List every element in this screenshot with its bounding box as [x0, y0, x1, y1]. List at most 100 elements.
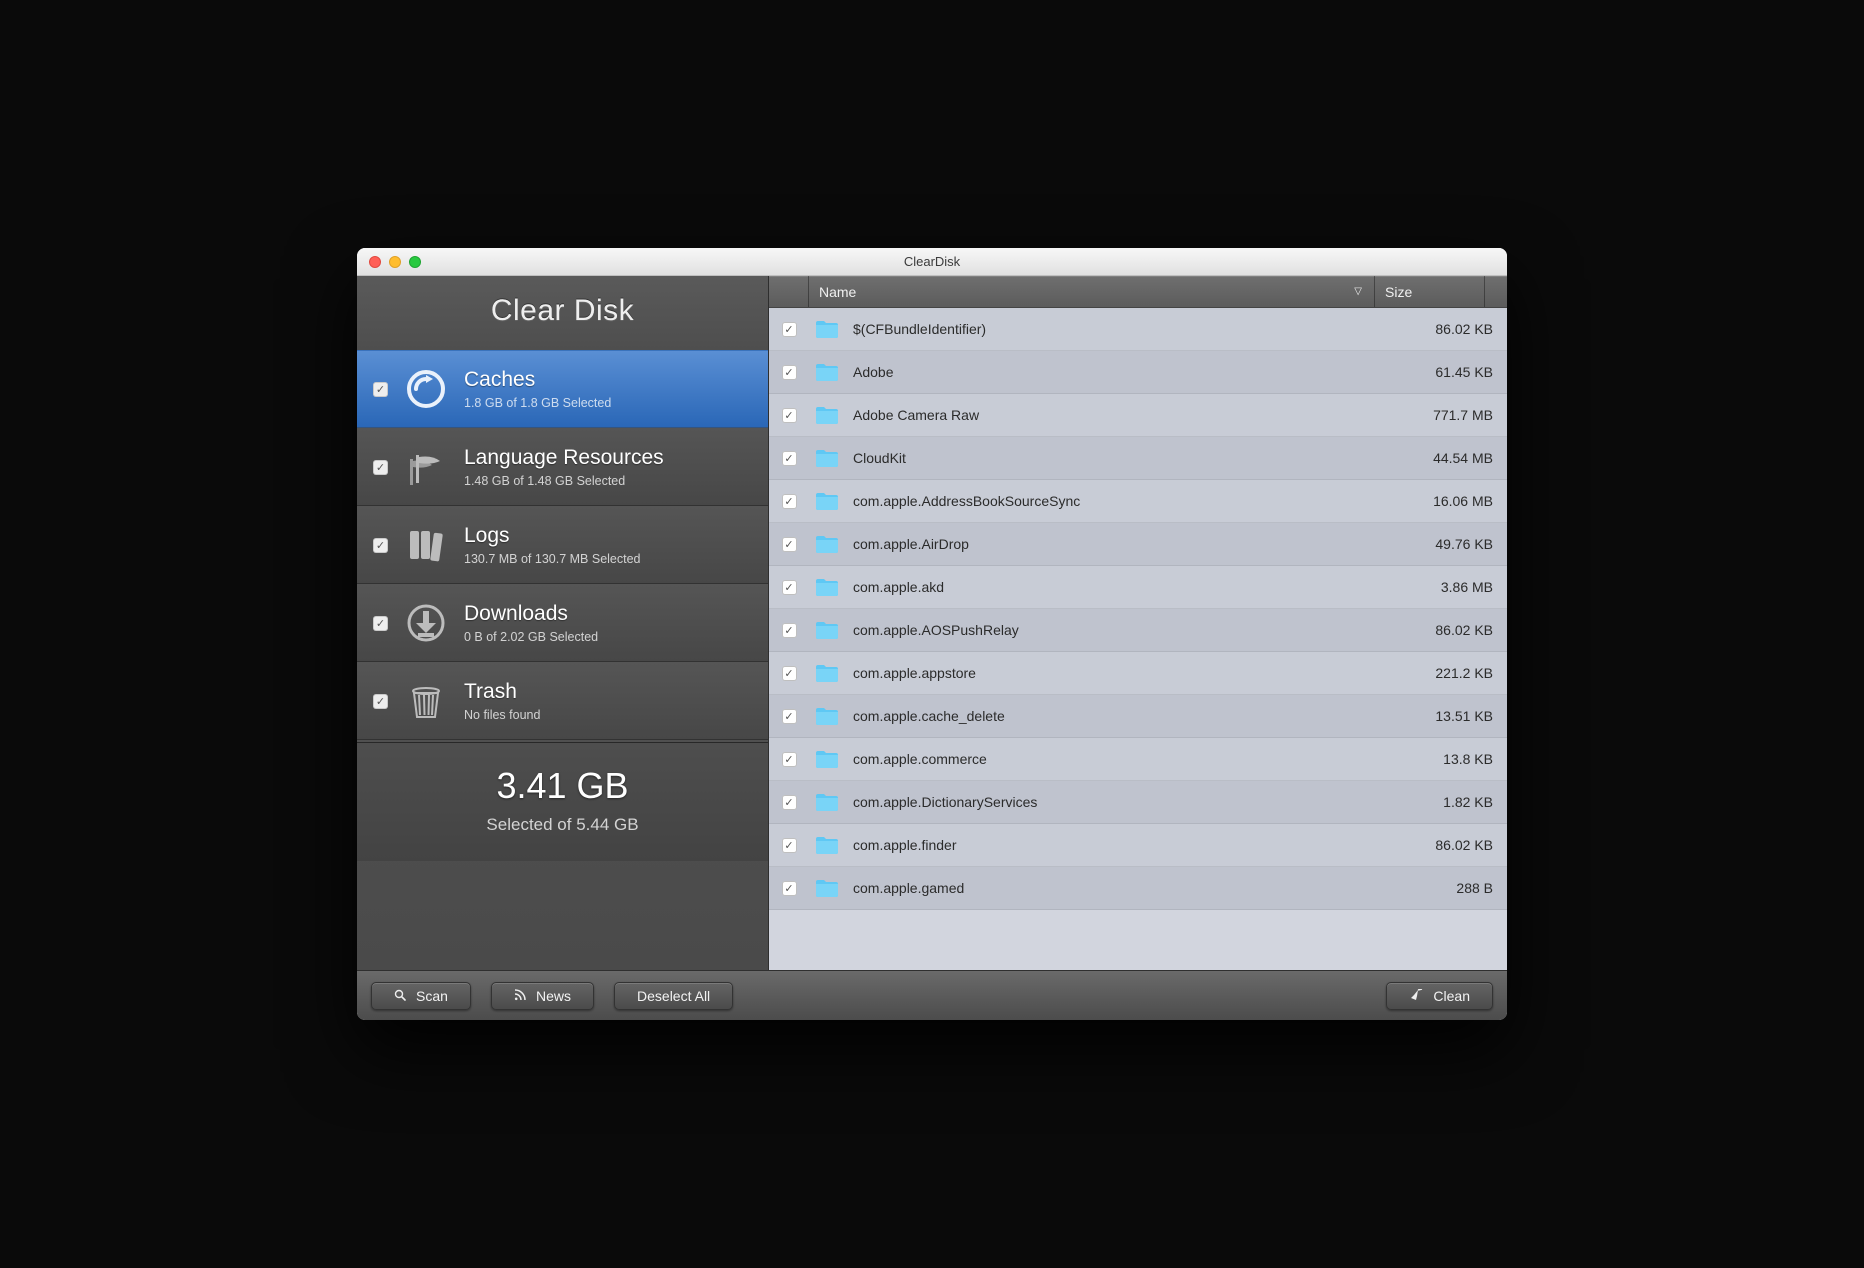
folder-icon [809, 835, 845, 855]
column-header-name[interactable]: Name ▽ [809, 276, 1375, 307]
row-checkbox[interactable]: ✓ [782, 365, 797, 380]
folder-icon [809, 792, 845, 812]
row-name: com.apple.AddressBookSourceSync [845, 493, 1397, 509]
row-name: com.apple.DictionaryServices [845, 794, 1397, 810]
folder-icon [809, 362, 845, 382]
category-subtitle: 1.48 GB of 1.48 GB Selected [464, 474, 664, 488]
row-checkbox[interactable]: ✓ [782, 494, 797, 509]
category-title: Language Resources [464, 446, 664, 470]
row-size: 1.82 KB [1397, 794, 1507, 810]
category-checkbox[interactable]: ✓ [373, 694, 388, 709]
category-checkbox[interactable]: ✓ [373, 382, 388, 397]
downloads-icon [402, 599, 450, 647]
table-row[interactable]: ✓ com.apple.cache_delete 13.51 KB [769, 695, 1507, 738]
table-row[interactable]: ✓ com.apple.akd 3.86 MB [769, 566, 1507, 609]
total-selected-sub: Selected of 5.44 GB [357, 815, 768, 835]
category-title: Trash [464, 680, 540, 704]
table-header: Name ▽ Size [769, 276, 1507, 308]
row-checkbox[interactable]: ✓ [782, 838, 797, 853]
logs-icon [402, 521, 450, 569]
folder-icon [809, 620, 845, 640]
table-row[interactable]: ✓ com.apple.AirDrop 49.76 KB [769, 523, 1507, 566]
scan-button-label: Scan [416, 988, 448, 1004]
table-row[interactable]: ✓ com.apple.finder 86.02 KB [769, 824, 1507, 867]
rss-icon [514, 988, 526, 1004]
row-checkbox[interactable]: ✓ [782, 623, 797, 638]
total-selected-size: 3.41 GB [357, 765, 768, 807]
totals-panel: 3.41 GB Selected of 5.44 GB [357, 742, 768, 861]
table-row[interactable]: ✓ CloudKit 44.54 MB [769, 437, 1507, 480]
column-header-size[interactable]: Size [1375, 276, 1485, 307]
folder-icon [809, 706, 845, 726]
category-checkbox[interactable]: ✓ [373, 616, 388, 631]
folder-icon [809, 749, 845, 769]
category-subtitle: 130.7 MB of 130.7 MB Selected [464, 552, 641, 566]
row-checkbox[interactable]: ✓ [782, 537, 797, 552]
row-checkbox[interactable]: ✓ [782, 752, 797, 767]
table-row[interactable]: ✓ Adobe Camera Raw 771.7 MB [769, 394, 1507, 437]
app-window: ClearDisk Clear Disk ✓ Caches 1.8 GB of … [357, 248, 1507, 1020]
table-row[interactable]: ✓ com.apple.appstore 221.2 KB [769, 652, 1507, 695]
clean-button-label: Clean [1433, 988, 1470, 1004]
table-row[interactable]: ✓ com.apple.commerce 13.8 KB [769, 738, 1507, 781]
folder-icon [809, 448, 845, 468]
row-name: com.apple.AOSPushRelay [845, 622, 1397, 638]
row-size: 771.7 MB [1397, 407, 1507, 423]
row-size: 13.8 KB [1397, 751, 1507, 767]
folder-icon [809, 663, 845, 683]
column-name-label: Name [819, 284, 856, 300]
column-header-checkbox[interactable] [769, 276, 809, 307]
sidebar-item-downloads[interactable]: ✓ Downloads 0 B of 2.02 GB Selected [357, 584, 768, 662]
sidebar-item-caches[interactable]: ✓ Caches 1.8 GB of 1.8 GB Selected [357, 350, 768, 428]
category-subtitle: 1.8 GB of 1.8 GB Selected [464, 396, 611, 410]
folder-icon [809, 878, 845, 898]
row-checkbox[interactable]: ✓ [782, 580, 797, 595]
category-checkbox[interactable]: ✓ [373, 460, 388, 475]
row-name: com.apple.cache_delete [845, 708, 1397, 724]
table-row[interactable]: ✓ Adobe 61.45 KB [769, 351, 1507, 394]
row-size: 86.02 KB [1397, 622, 1507, 638]
deselect-all-label: Deselect All [637, 988, 710, 1004]
row-name: $(CFBundleIdentifier) [845, 321, 1397, 337]
row-size: 86.02 KB [1397, 837, 1507, 853]
row-checkbox[interactable]: ✓ [782, 408, 797, 423]
row-checkbox[interactable]: ✓ [782, 666, 797, 681]
sort-desc-icon: ▽ [1354, 286, 1362, 297]
window-title: ClearDisk [357, 254, 1507, 269]
category-checkbox[interactable]: ✓ [373, 538, 388, 553]
deselect-all-button[interactable]: Deselect All [614, 982, 733, 1010]
table-row[interactable]: ✓ com.apple.gamed 288 B [769, 867, 1507, 910]
row-size: 221.2 KB [1397, 665, 1507, 681]
category-title: Caches [464, 368, 611, 392]
search-icon [394, 988, 406, 1004]
table-row[interactable]: ✓ com.apple.AOSPushRelay 86.02 KB [769, 609, 1507, 652]
folder-icon [809, 319, 845, 339]
bottom-toolbar: Scan News Deselect All Clean [357, 970, 1507, 1020]
row-name: CloudKit [845, 450, 1397, 466]
row-checkbox[interactable]: ✓ [782, 709, 797, 724]
zoom-button[interactable] [409, 256, 421, 268]
row-checkbox[interactable]: ✓ [782, 451, 797, 466]
folder-icon [809, 491, 845, 511]
titlebar: ClearDisk [357, 248, 1507, 276]
sidebar-item-language-resources[interactable]: ✓ Language Resources 1.48 GB of 1.48 GB … [357, 428, 768, 506]
row-name: com.apple.gamed [845, 880, 1397, 896]
row-checkbox[interactable]: ✓ [782, 322, 797, 337]
sidebar-item-trash[interactable]: ✓ Trash No files found [357, 662, 768, 740]
clean-button[interactable]: Clean [1386, 982, 1493, 1010]
row-size: 61.45 KB [1397, 364, 1507, 380]
file-rows[interactable]: ✓ $(CFBundleIdentifier) 86.02 KB ✓ Adobe… [769, 308, 1507, 970]
minimize-button[interactable] [389, 256, 401, 268]
row-checkbox[interactable]: ✓ [782, 795, 797, 810]
row-name: com.apple.appstore [845, 665, 1397, 681]
scan-button[interactable]: Scan [371, 982, 471, 1010]
table-row[interactable]: ✓ com.apple.DictionaryServices 1.82 KB [769, 781, 1507, 824]
sidebar-item-logs[interactable]: ✓ Logs 130.7 MB of 130.7 MB Selected [357, 506, 768, 584]
category-title: Logs [464, 524, 641, 548]
row-checkbox[interactable]: ✓ [782, 881, 797, 896]
news-button[interactable]: News [491, 982, 594, 1010]
close-button[interactable] [369, 256, 381, 268]
folder-icon [809, 577, 845, 597]
table-row[interactable]: ✓ $(CFBundleIdentifier) 86.02 KB [769, 308, 1507, 351]
table-row[interactable]: ✓ com.apple.AddressBookSourceSync 16.06 … [769, 480, 1507, 523]
